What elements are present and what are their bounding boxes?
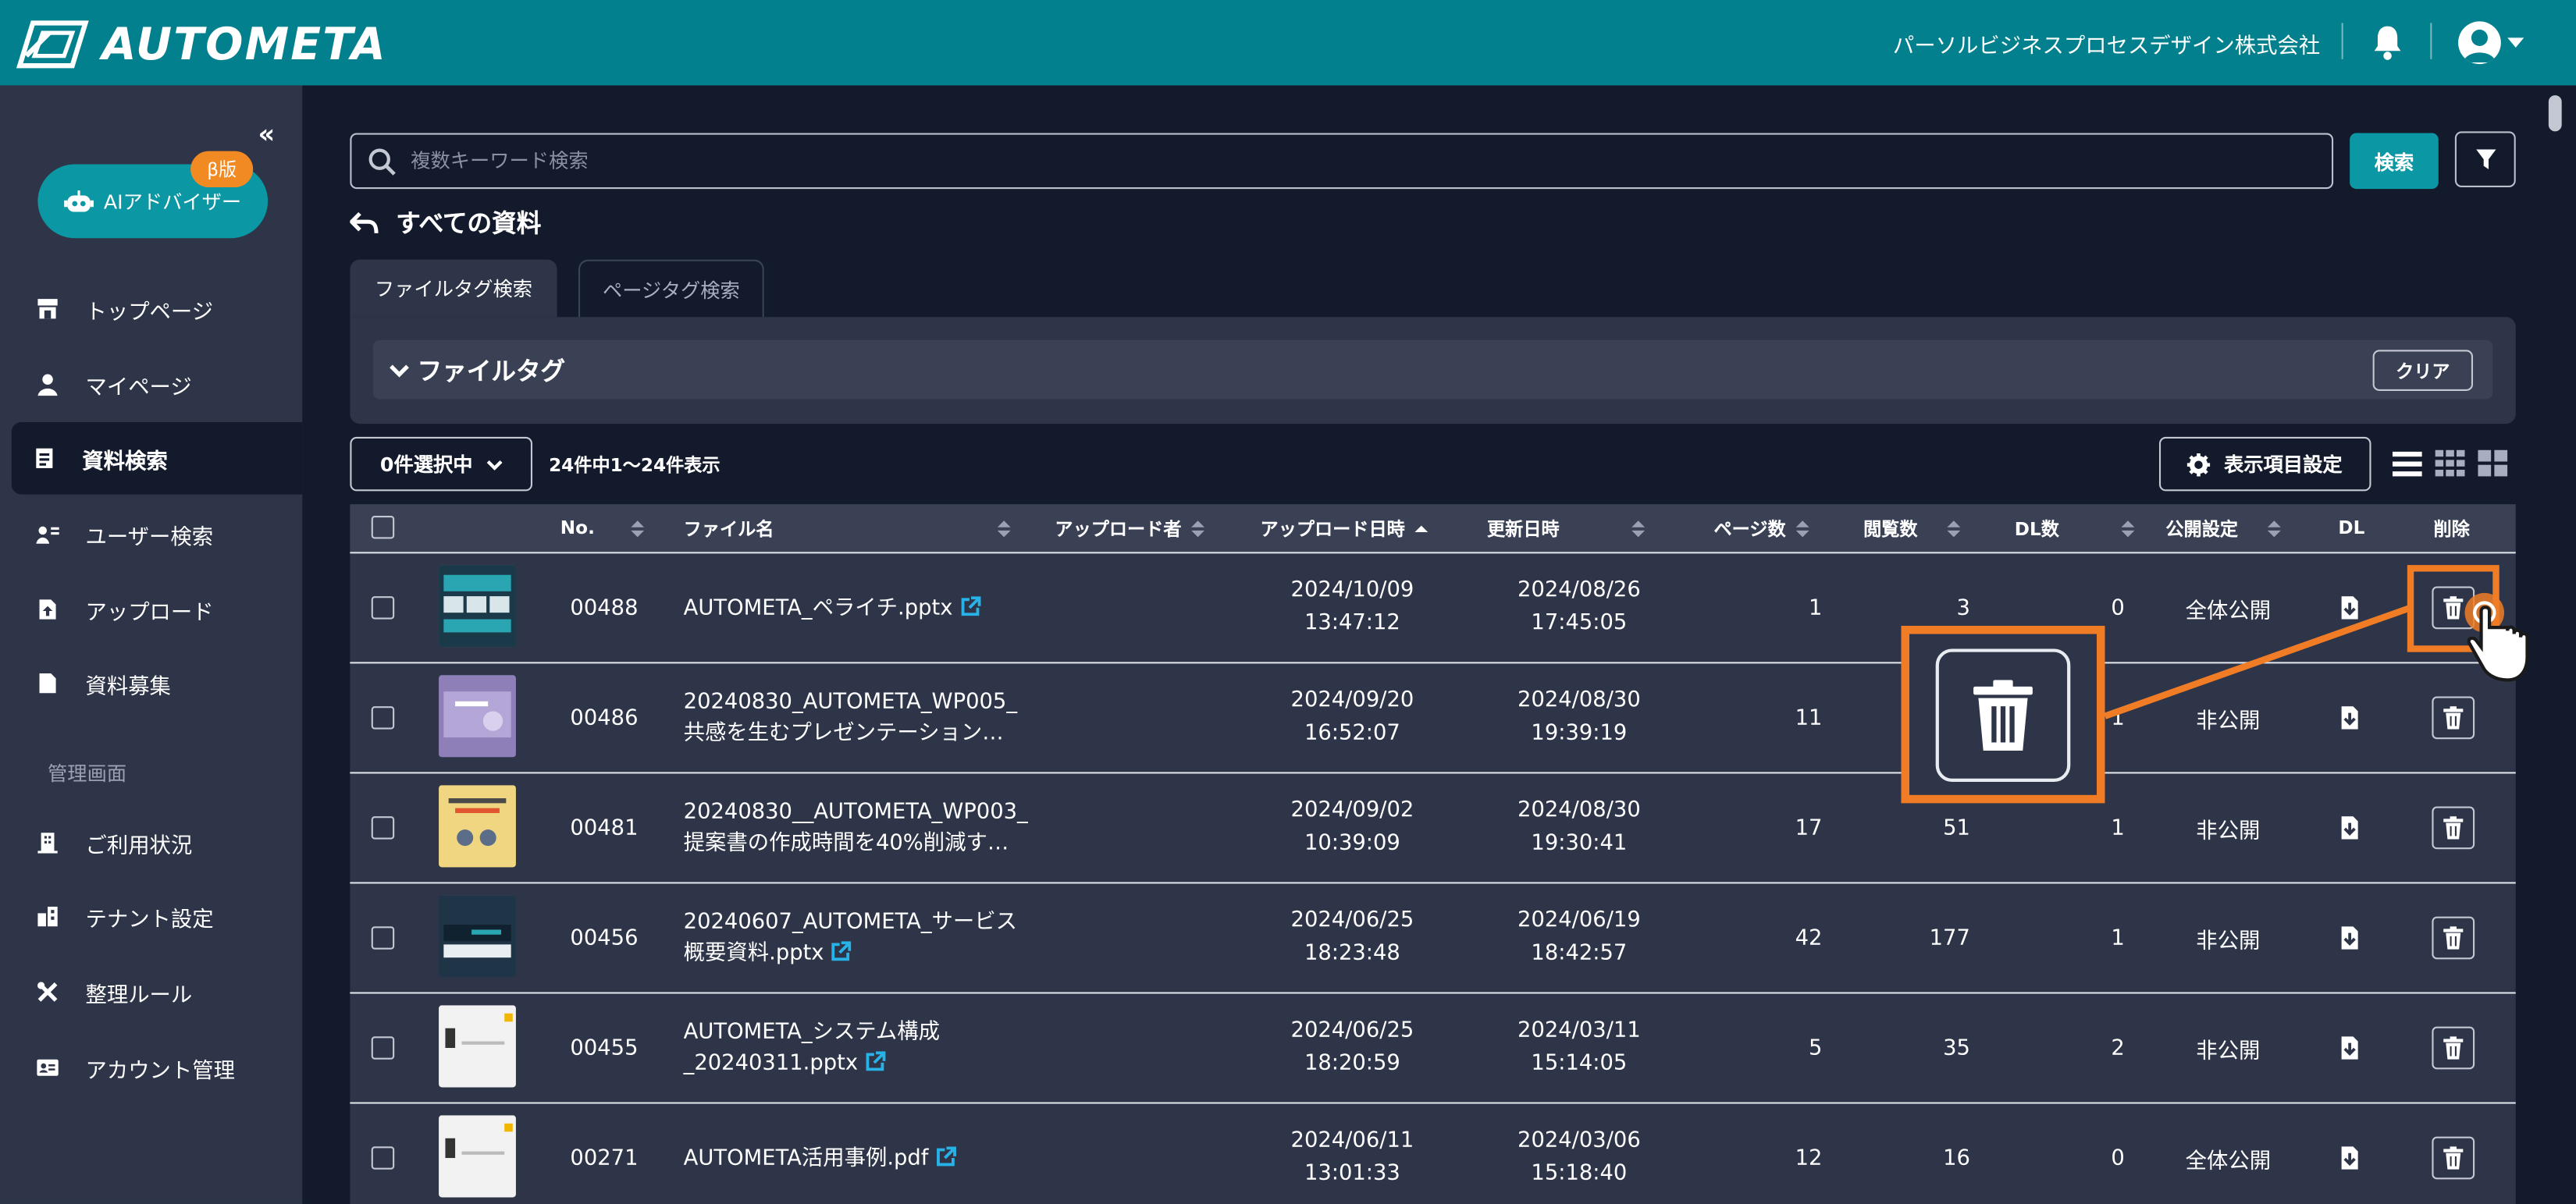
- cursor-hand-icon: [2464, 592, 2529, 682]
- delete-callout-box: [1901, 626, 2105, 804]
- trash-icon: [1973, 679, 2033, 750]
- callout-connector: [2104, 604, 2412, 719]
- scrollbar-thumb[interactable]: [2548, 95, 2562, 132]
- delete-callout-button: [1935, 648, 2071, 782]
